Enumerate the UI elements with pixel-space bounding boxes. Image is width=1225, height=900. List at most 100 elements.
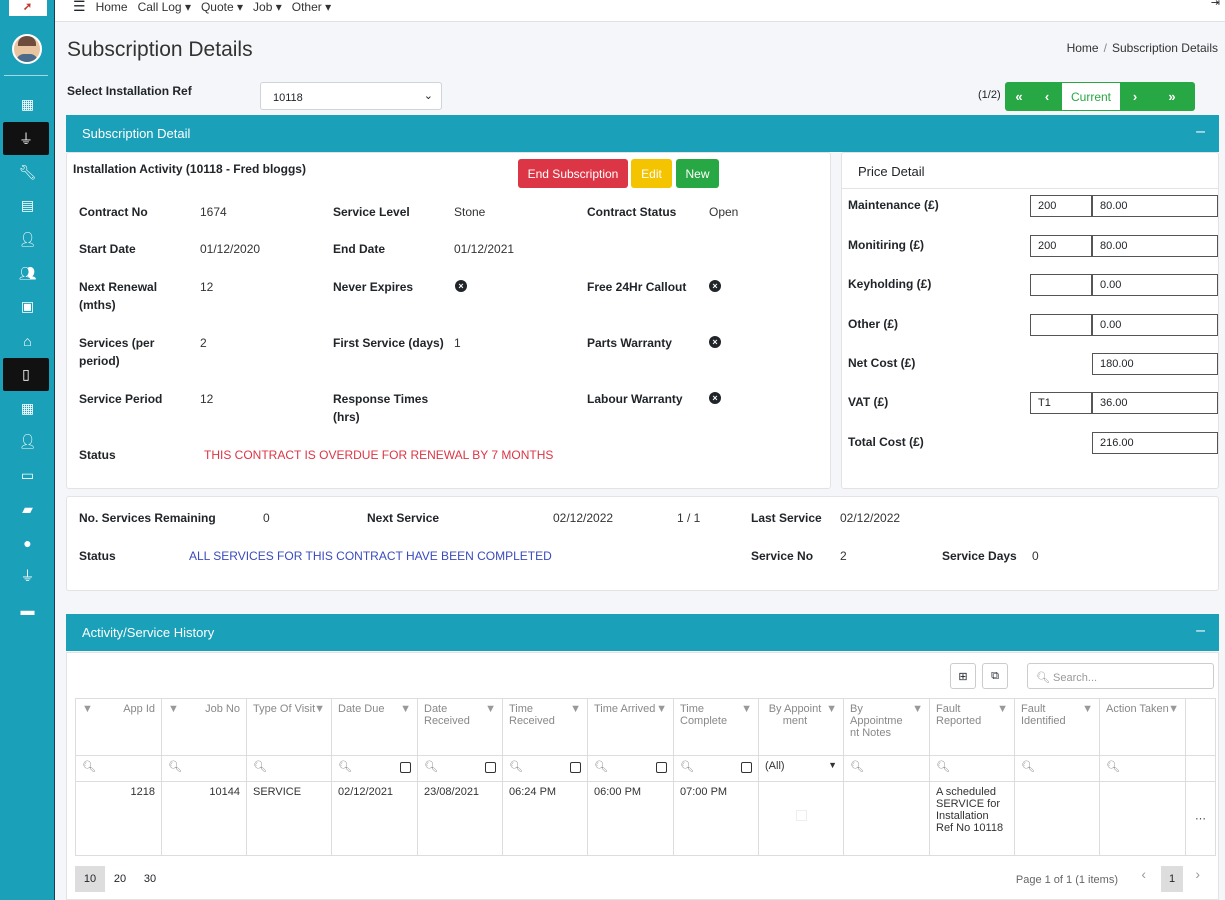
keyholding-input[interactable]: 0.00: [1092, 274, 1218, 296]
net-cost-input[interactable]: 180.00: [1092, 353, 1218, 375]
plug-alt-icon[interactable]: ⏚: [0, 560, 55, 594]
calendar-icon[interactable]: [656, 762, 667, 773]
filter-icon[interactable]: ▼: [400, 703, 411, 715]
filter-icon[interactable]: ▼: [656, 703, 667, 715]
filter-app-id[interactable]: 🔍︎: [75, 755, 162, 782]
next-page-icon[interactable]: ›: [1195, 866, 1200, 882]
calendar-icon[interactable]: [741, 762, 752, 773]
col-app-id[interactable]: ▼ App Id: [75, 698, 162, 756]
filter-icon[interactable]: ▼: [314, 703, 325, 715]
filter-time-arrived[interactable]: 🔍︎: [587, 755, 674, 782]
page-size-20[interactable]: 20: [105, 866, 135, 892]
other-qty-input[interactable]: [1030, 314, 1092, 336]
topnav-other[interactable]: Other ▾: [292, 0, 331, 14]
filter-icon[interactable]: ▼: [485, 703, 496, 715]
monitoring-qty-input[interactable]: 200: [1030, 235, 1092, 257]
page-number-1[interactable]: 1: [1161, 866, 1183, 892]
installation-ref-select[interactable]: 10118 ⌄: [260, 82, 442, 110]
prev-page-icon[interactable]: ‹: [1141, 866, 1146, 882]
toolbox-icon[interactable]: ▬: [0, 593, 55, 627]
last-record-button[interactable]: »: [1149, 82, 1195, 111]
col-time-arrived[interactable]: ▼ Time Arrived: [587, 698, 674, 756]
keyholding-qty-input[interactable]: [1030, 274, 1092, 296]
calendar-icon[interactable]: [570, 762, 581, 773]
monitoring-input[interactable]: 80.00: [1092, 235, 1218, 257]
col-type-of-visit[interactable]: ▼ Type Of Visit: [246, 698, 332, 756]
history-collapse-icon[interactable]: –: [1196, 622, 1205, 640]
calendar-icon[interactable]: [400, 762, 411, 773]
maintenance-input[interactable]: 80.00: [1092, 195, 1218, 217]
filter-icon[interactable]: ▼: [997, 703, 1008, 715]
col-time-received[interactable]: ▼ Time Received: [502, 698, 588, 756]
logout-icon[interactable]: ⇥: [1211, 0, 1220, 9]
filter-icon[interactable]: ▼: [1082, 703, 1093, 715]
prev-record-button[interactable]: ‹: [1033, 82, 1061, 111]
avatar[interactable]: [12, 34, 42, 64]
vat-code-input[interactable]: T1: [1030, 392, 1092, 414]
table-row[interactable]: 1218 10144 SERVICE 02/12/2021 23/08/2021…: [75, 781, 1216, 856]
app-logo[interactable]: ➚: [0, 0, 55, 22]
filter-appointment-notes[interactable]: 🔍︎: [843, 755, 930, 782]
filter-icon[interactable]: ▼: [826, 703, 837, 715]
plug-icon[interactable]: ⏚: [3, 121, 49, 156]
other-input[interactable]: 0.00: [1092, 314, 1218, 336]
col-fault-reported[interactable]: ▼ Fault Reported: [929, 698, 1015, 756]
user-edit-icon[interactable]: 👤︎: [0, 223, 55, 257]
grid-search-input[interactable]: 🔍︎ Search...: [1027, 663, 1214, 689]
breadcrumb-home[interactable]: Home: [1067, 41, 1099, 55]
end-subscription-button[interactable]: End Subscription: [518, 159, 628, 188]
dashboard-grid-icon[interactable]: ▦: [0, 88, 55, 122]
new-button[interactable]: New: [676, 159, 719, 188]
filter-icon[interactable]: ▼: [741, 703, 752, 715]
topnav-home[interactable]: Home: [96, 0, 128, 14]
calculator-icon[interactable]: ▤: [0, 189, 55, 223]
filter-icon[interactable]: ▼: [570, 703, 581, 715]
col-date-due[interactable]: ▼ Date Due: [331, 698, 418, 756]
col-fault-identified[interactable]: ▼ Fault Identified: [1014, 698, 1100, 756]
first-record-button[interactable]: «: [1005, 82, 1033, 111]
map-marker-icon[interactable]: ●: [0, 526, 55, 560]
filter-action-taken[interactable]: 🔍︎: [1099, 755, 1186, 782]
vat-input[interactable]: 36.00: [1092, 392, 1218, 414]
col-appointment-notes[interactable]: ▼ By Appointme nt Notes: [843, 698, 930, 756]
collapse-icon[interactable]: –: [1196, 123, 1205, 141]
col-by-appointment[interactable]: ▼ By Appoint ment: [758, 698, 844, 756]
filter-fault-reported[interactable]: 🔍︎: [929, 755, 1015, 782]
filter-icon[interactable]: ▼: [82, 703, 93, 715]
col-action-taken[interactable]: ▼ Action Taken: [1099, 698, 1186, 756]
edit-button[interactable]: Edit: [631, 159, 672, 188]
filter-date-received[interactable]: 🔍︎: [417, 755, 503, 782]
wrench-icon[interactable]: 🔧︎: [0, 155, 55, 189]
page-size-30[interactable]: 30: [135, 866, 165, 892]
topnav-call-log[interactable]: Call Log ▾: [138, 0, 191, 14]
filter-time-received[interactable]: 🔍︎: [502, 755, 588, 782]
col-time-complete[interactable]: ▼ Time Complete: [673, 698, 759, 756]
topnav-quote[interactable]: Quote ▾: [201, 0, 243, 14]
monitor-icon[interactable]: ▭: [0, 459, 55, 493]
row-menu-icon[interactable]: ⋯: [1185, 781, 1216, 856]
next-record-button[interactable]: ›: [1121, 82, 1149, 111]
filter-icon[interactable]: ▼: [168, 703, 179, 715]
current-record-button[interactable]: Current: [1061, 82, 1121, 111]
calendar-icon[interactable]: [485, 762, 496, 773]
filter-icon[interactable]: ▼: [1168, 703, 1179, 715]
total-cost-input[interactable]: 216.00: [1092, 432, 1218, 454]
topnav-job[interactable]: Job ▾: [253, 0, 282, 14]
users-icon[interactable]: 👥︎: [0, 256, 55, 290]
calendar-check-icon[interactable]: ▣: [0, 290, 55, 324]
page-size-10[interactable]: 10: [75, 866, 105, 892]
filter-job-no[interactable]: 🔍︎: [161, 755, 247, 782]
filter-date-due[interactable]: 🔍︎: [331, 755, 418, 782]
document-icon[interactable]: ▯: [3, 357, 49, 392]
col-date-received[interactable]: ▼ Date Received: [417, 698, 503, 756]
filter-by-appointment[interactable]: (All) ▼: [758, 755, 844, 782]
column-chooser-icon[interactable]: ⧉: [982, 663, 1008, 689]
export-excel-icon[interactable]: ⊞: [950, 663, 976, 689]
user-settings-icon[interactable]: 👤︎: [0, 425, 55, 459]
filter-fault-identified[interactable]: 🔍︎: [1014, 755, 1100, 782]
appointment-checkbox[interactable]: [795, 810, 807, 821]
calendar-icon[interactable]: ▦: [0, 391, 55, 425]
maintenance-qty-input[interactable]: 200: [1030, 195, 1092, 217]
home-icon[interactable]: ⌂: [0, 324, 55, 358]
filter-time-complete[interactable]: 🔍︎: [673, 755, 759, 782]
